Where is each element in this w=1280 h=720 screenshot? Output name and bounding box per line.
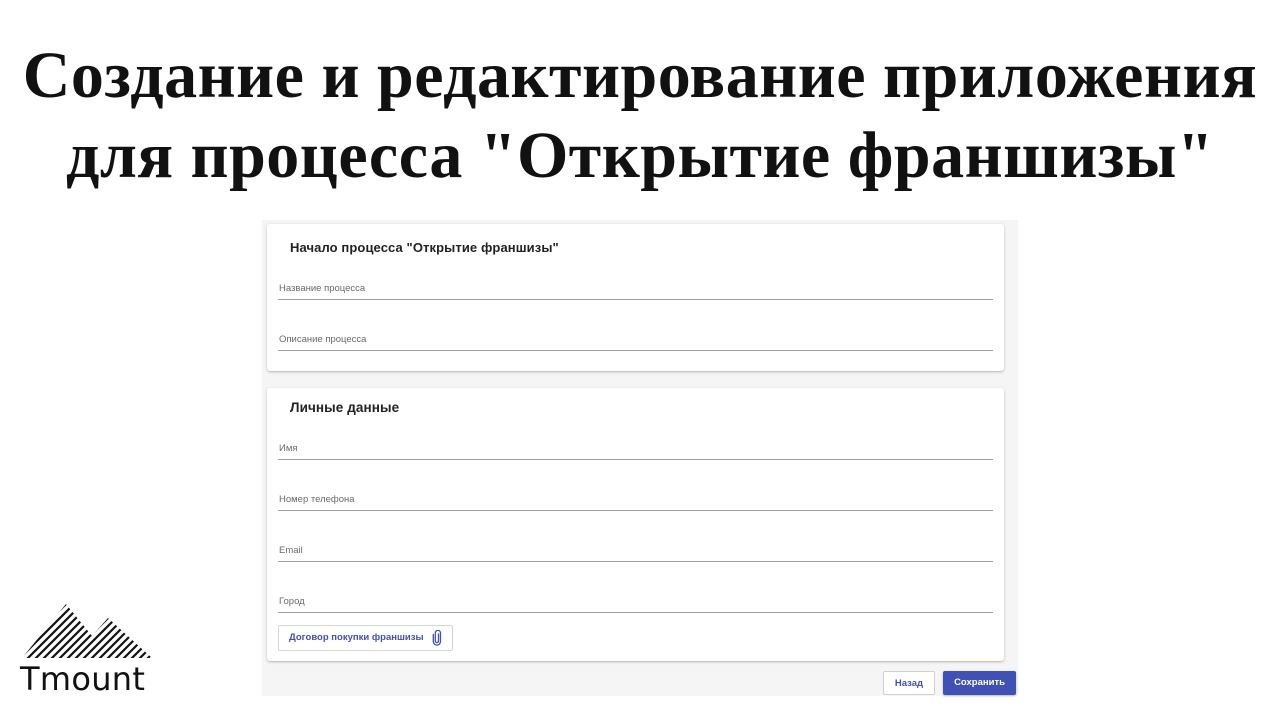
phone-input[interactable] xyxy=(278,488,997,512)
personal-data-card-title: Личные данные xyxy=(290,400,400,415)
process-name-field[interactable]: Название процесса xyxy=(278,277,997,301)
attach-contract-label: Договор покупки франшизы xyxy=(289,632,424,643)
slide-title-line-1: Создание и редактирование приложения xyxy=(22,39,1258,112)
process-card: Начало процесса "Открытие франшизы" Назв… xyxy=(267,224,1004,371)
slide-title-line-2: для процесса "Открытие франшизы" xyxy=(65,119,1215,192)
email-input[interactable] xyxy=(278,539,997,563)
process-name-input[interactable] xyxy=(278,277,997,301)
process-description-field[interactable]: Описание процесса xyxy=(278,328,997,352)
logo-text: Tmount xyxy=(20,660,146,698)
email-field[interactable]: Email xyxy=(278,539,997,563)
city-field[interactable]: Город xyxy=(278,590,997,614)
tmount-logo: Tmount xyxy=(18,600,158,700)
mountains-logo-icon xyxy=(22,604,152,658)
save-button[interactable]: Сохранить xyxy=(943,671,1016,695)
process-card-title: Начало процесса "Открытие франшизы" xyxy=(290,240,559,255)
personal-data-card: Личные данные Имя Номер телефона Email Г… xyxy=(267,388,1004,661)
paperclip-icon xyxy=(432,630,441,646)
process-description-input[interactable] xyxy=(278,328,997,352)
name-field[interactable]: Имя xyxy=(278,437,997,461)
app-form-screenshot: Начало процесса "Открытие франшизы" Назв… xyxy=(262,220,1018,696)
name-input[interactable] xyxy=(278,437,997,461)
phone-field[interactable]: Номер телефона xyxy=(278,488,997,512)
city-input[interactable] xyxy=(278,590,997,614)
slide-title: Создание и редактирование приложения для… xyxy=(0,36,1280,196)
attach-contract-button[interactable]: Договор покупки франшизы xyxy=(278,625,453,651)
back-button[interactable]: Назад xyxy=(883,671,935,695)
